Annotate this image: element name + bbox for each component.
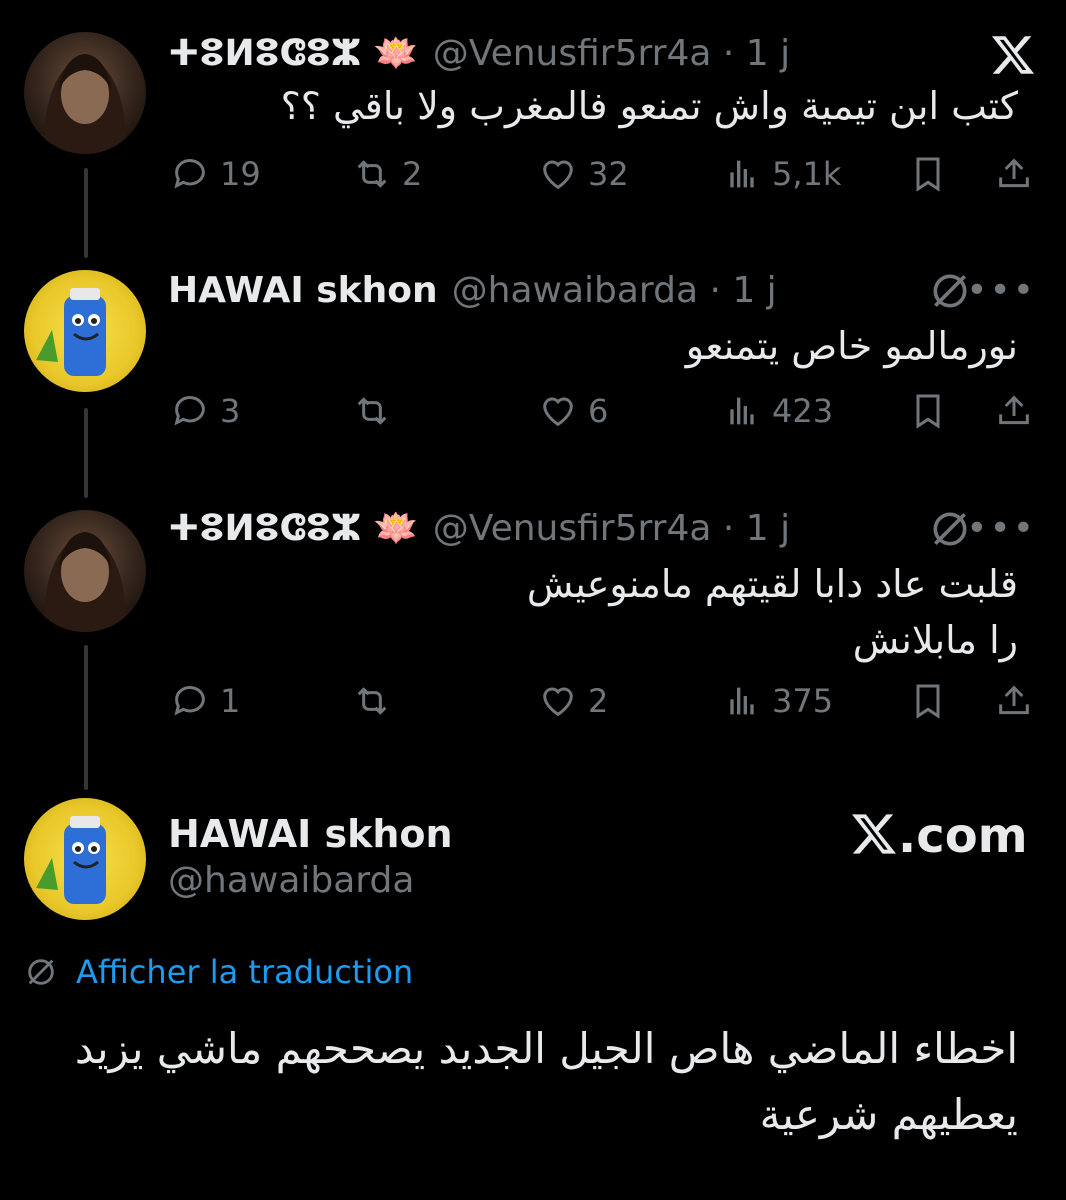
x-com-brand[interactable]: .com (850, 808, 1028, 864)
handle[interactable]: @hawaibarda (168, 860, 453, 901)
bookmark-button[interactable] (908, 681, 948, 721)
tweet-text: كتب ابن تيمية واش تمنعو فالمغرب ولا باقي… (281, 78, 1018, 134)
tweet-line: قلبت عاد دابا لقيتهم مامنوعيش (526, 562, 1018, 606)
display-name[interactable]: HAWAI skhon (168, 270, 438, 311)
view-count: 5,1k (772, 155, 842, 193)
display-name[interactable]: ⵜⵓⵍⵓⵛⵓⵣ 🪷 (168, 507, 419, 549)
reply-button[interactable]: 3 (170, 391, 240, 431)
bookmark-icon (916, 684, 940, 719)
bookmark-button[interactable] (908, 391, 948, 431)
translate-link[interactable]: Afficher la traduction (24, 953, 413, 991)
tweet-actions: 1 2 375 (168, 681, 1036, 731)
repost-button[interactable] (352, 391, 392, 431)
bookmark-icon (916, 157, 940, 192)
like-count: 6 (588, 392, 609, 430)
tweet-header: HAWAI skhon @hawaibarda · 1 j (168, 265, 777, 315)
display-name[interactable]: ⵜⵓⵍⵓⵛⵓⵣ 🪷 (168, 32, 419, 74)
reply-count: 3 (220, 392, 241, 430)
bookmark-button[interactable] (908, 154, 948, 194)
tweet-text: قلبت عاد دابا لقيتهم مامنوعيش را مابلانش (527, 556, 1018, 668)
avatar[interactable] (24, 510, 146, 632)
reply-icon (174, 159, 205, 189)
view-count: 423 (772, 392, 834, 430)
views-button[interactable]: 423 (722, 391, 833, 431)
reply-count: 1 (220, 682, 241, 720)
handle[interactable]: @hawaibarda · 1 j (452, 270, 777, 311)
share-icon (999, 685, 1029, 715)
thread-line (84, 645, 88, 790)
main-post-author: HAWAI skhon @hawaibarda (168, 812, 453, 901)
handle[interactable]: @Venusfir5rr4a · 1 j (433, 33, 790, 74)
share-button[interactable] (994, 681, 1034, 721)
reply-button[interactable]: 1 (170, 681, 240, 721)
bookmark-icon (916, 394, 940, 429)
like-count: 32 (588, 155, 629, 193)
views-icon (730, 687, 754, 715)
share-icon (999, 395, 1029, 425)
more-options-icon[interactable]: ••• (966, 270, 1036, 311)
like-button[interactable]: 32 (538, 154, 629, 194)
more-options-icon[interactable]: ••• (966, 508, 1036, 549)
reply-icon (174, 396, 205, 426)
heart-icon (543, 397, 573, 427)
views-button[interactable]: 375 (722, 681, 833, 721)
display-name[interactable]: HAWAI skhon (168, 812, 453, 856)
avatar[interactable] (24, 798, 146, 920)
tweet-text: نورمالمو خاص يتمنعو (686, 318, 1018, 374)
tweet-actions: 3 6 423 (168, 391, 1036, 441)
thread-line (84, 168, 88, 258)
avatar[interactable] (24, 32, 146, 154)
share-button[interactable] (994, 154, 1034, 194)
repost-icon (357, 160, 387, 188)
reply-icon (174, 686, 205, 716)
brand-text: .com (898, 808, 1028, 864)
heart-icon (543, 160, 573, 190)
tweet-header: ⵜⵓⵍⵓⵛⵓⵣ 🪷 @Venusfir5rr4a · 1 j (168, 503, 790, 553)
share-button[interactable] (994, 391, 1034, 431)
post-line: يعطيهم شرعية (759, 1090, 1018, 1139)
x-logo-icon[interactable] (990, 32, 1036, 78)
views-icon (730, 397, 754, 425)
venus-avatar-icon (43, 54, 127, 154)
like-button[interactable]: 6 (538, 391, 608, 431)
views-icon (730, 160, 754, 188)
hawai-avatar-icon (36, 288, 106, 376)
thread-line (84, 408, 88, 498)
heart-icon (543, 687, 573, 717)
share-icon (999, 158, 1029, 188)
reply-button[interactable]: 19 (170, 154, 261, 194)
repost-icon (357, 687, 387, 715)
tweet-line: كتب ابن تيمية واش تمنعو فالمغرب ولا باقي… (280, 84, 1018, 128)
views-button[interactable]: 5,1k (722, 154, 841, 194)
venus-avatar-icon (43, 532, 127, 632)
post-line: اخطاء الماضي هاص الجيل الجديد يصححهم ماش… (74, 1024, 1018, 1073)
tweet-line: نورمالمو خاص يتمنعو (685, 324, 1018, 368)
tweet-header: ⵜⵓⵍⵓⵛⵓⵣ 🪷 @Venusfir5rr4a · 1 j (168, 28, 790, 78)
reply-count: 19 (220, 155, 261, 193)
avatar[interactable] (24, 270, 146, 392)
view-count: 375 (772, 682, 834, 720)
handle[interactable]: @Venusfir5rr4a · 1 j (433, 508, 790, 549)
grok-icon (28, 959, 54, 985)
like-count: 2 (588, 682, 609, 720)
tweet-line: را مابلانش (852, 618, 1018, 662)
repost-icon (357, 397, 387, 425)
translate-label: Afficher la traduction (76, 953, 414, 991)
hawai-avatar-icon (36, 816, 106, 904)
main-post-text: اخطاء الماضي هاص الجيل الجديد يصححهم ماش… (75, 1016, 1018, 1148)
repost-button[interactable] (352, 681, 392, 721)
tweet-actions: 19 2 32 5,1k (168, 154, 1036, 204)
like-button[interactable]: 2 (538, 681, 608, 721)
repost-count: 2 (402, 155, 423, 193)
repost-button[interactable]: 2 (352, 154, 422, 194)
x-logo-icon (852, 814, 896, 854)
